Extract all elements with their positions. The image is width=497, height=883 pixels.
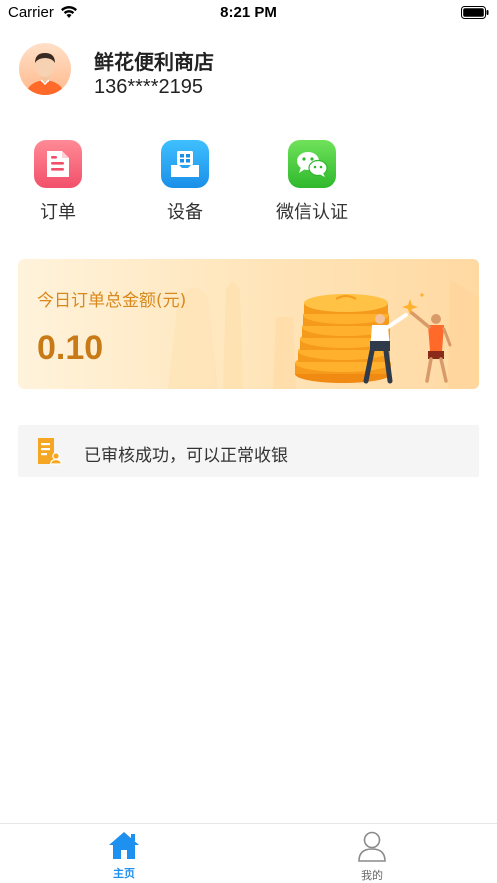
status-time: 8:21 PM (220, 4, 277, 21)
tab-label-mine: 我的 (361, 869, 383, 882)
tab-home[interactable]: 主页 (74, 830, 174, 881)
menu-item-wechat-auth[interactable]: 微信认证 (262, 140, 362, 224)
wechat-icon (288, 140, 336, 188)
user-icon (358, 831, 386, 862)
document-icon (34, 140, 82, 188)
avatar-image (19, 43, 71, 95)
menu-label-orders: 订单 (40, 202, 76, 223)
avatar[interactable] (19, 43, 71, 95)
home-icon (109, 832, 139, 859)
audit-document-icon (38, 438, 62, 465)
tab-label-home: 主页 (113, 867, 135, 880)
pos-device-icon (161, 140, 209, 188)
audit-status-text: 已审核成功，可以正常收银 (84, 446, 288, 466)
today-amount-value: 0.10 (37, 329, 104, 367)
tab-mine[interactable]: 我的 (322, 830, 422, 883)
today-amount-card[interactable]: 今日订单总金额(元) 0.10 (18, 259, 479, 389)
status-bar: Carrier 8:21 PM (0, 0, 497, 26)
store-name: 鲜花便利商店 (94, 50, 214, 74)
menu-item-orders[interactable]: 订单 (8, 140, 108, 224)
audit-status-notice: 已审核成功，可以正常收银 (18, 425, 479, 477)
battery-icon (461, 6, 489, 19)
menu-label-device: 设备 (167, 202, 203, 223)
today-amount-title: 今日订单总金额(元) (37, 291, 187, 311)
menu-item-device[interactable]: 设备 (135, 140, 235, 224)
coins-celebration-illustration (168, 279, 479, 389)
phone-number: 136****2195 (94, 76, 203, 98)
tab-bar: 主页 我的 (0, 823, 497, 883)
menu-label-wechat-auth: 微信认证 (276, 202, 348, 223)
